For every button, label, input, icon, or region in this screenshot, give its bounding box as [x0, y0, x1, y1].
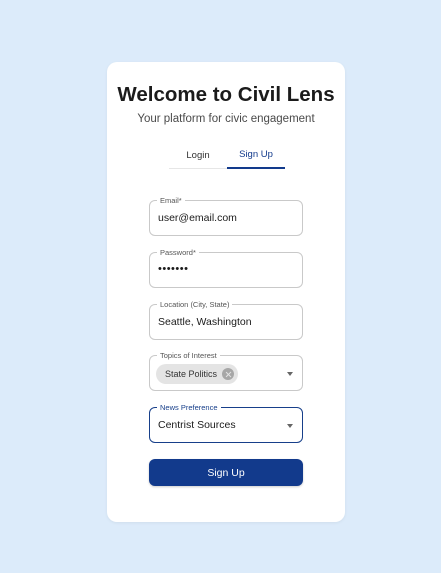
password-value: ••••••• [158, 263, 189, 275]
topic-chip-label: State Politics [165, 369, 218, 379]
topic-chip: State Politics [156, 364, 239, 384]
tab-sign-up[interactable]: Sign Up [227, 141, 285, 169]
email-value: user@email.com [158, 212, 237, 224]
signup-card: Welcome to Civil Lens Your platform for … [107, 62, 345, 522]
topics-select[interactable]: Topics of Interest State Politics [149, 350, 303, 391]
news-preference-value: Centrist Sources [158, 419, 236, 431]
email-label: Email* [157, 195, 185, 206]
topics-label: Topics of Interest [157, 350, 220, 361]
sign-up-button[interactable]: Sign Up [149, 459, 303, 486]
page-subtitle: Your platform for civic engagement [137, 113, 315, 125]
page-title: Welcome to Civil Lens [117, 83, 335, 106]
location-label: Location (City, State) [157, 299, 233, 310]
auth-tabs: Login Sign Up [169, 141, 285, 169]
password-field[interactable]: Password* ••••••• [149, 247, 303, 288]
news-preference-select[interactable]: News Preference Centrist Sources [149, 402, 303, 443]
news-preference-label: News Preference [157, 402, 221, 413]
password-label: Password* [157, 247, 199, 258]
chevron-down-icon[interactable] [287, 424, 293, 428]
location-value: Seattle, Washington [158, 316, 252, 328]
chevron-down-icon[interactable] [287, 372, 293, 376]
chip-remove-icon[interactable] [222, 368, 235, 380]
location-field[interactable]: Location (City, State) Seattle, Washingt… [149, 299, 303, 340]
tab-login[interactable]: Login [169, 141, 227, 169]
email-field[interactable]: Email* user@email.com [149, 195, 303, 236]
